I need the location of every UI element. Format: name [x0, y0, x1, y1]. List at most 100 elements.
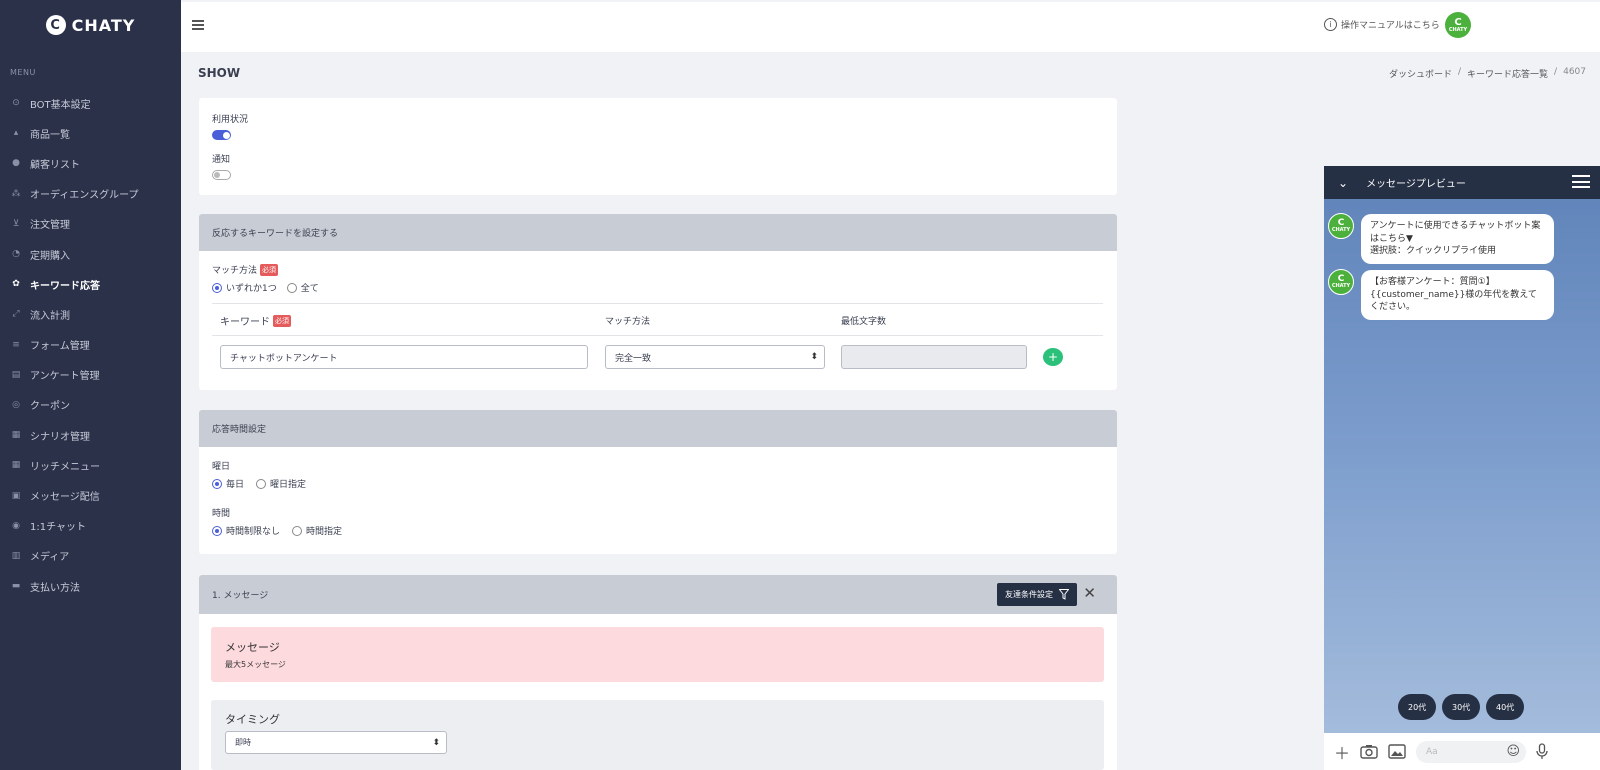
match-all-label: 全て: [300, 284, 319, 294]
quick-reply-button[interactable]: 40代: [1486, 694, 1525, 720]
avatar-text: CHATY: [1448, 26, 1468, 33]
sidebar-item-label: 1:1チャット: [30, 522, 86, 534]
friend-filter-button[interactable]: 友達条件設定: [997, 583, 1077, 606]
shirt-icon: ▴: [13, 128, 19, 139]
preview-menu-icon[interactable]: [1572, 175, 1590, 192]
min-chars-input[interactable]: [841, 345, 1027, 369]
day-every-option[interactable]: 毎日: [212, 477, 244, 490]
match-method-heading: マッチ方法 必須: [212, 263, 279, 276]
radio-selected[interactable]: [212, 525, 222, 536]
message-card-title: 1. メッセージ: [212, 591, 269, 601]
message-notice: メッセージ 最大5メッセージ: [211, 627, 1104, 682]
media-icon: ▥: [11, 550, 21, 561]
cart-icon: ⊻: [12, 218, 20, 229]
sidebar-item[interactable]: ▦ シナリオ管理: [0, 420, 181, 450]
breadcrumb-separator: /: [1554, 67, 1558, 77]
sidebar-item[interactable]: ◉ 1:1チャット: [0, 511, 181, 541]
response-time-title: 応答時間設定: [199, 410, 1117, 447]
notify-label: 通知: [212, 155, 231, 165]
manual-link-label: 操作マニュアルはこちら: [1341, 21, 1440, 31]
close-message-icon[interactable]: ✕: [1083, 584, 1096, 602]
page-title: SHOW: [198, 66, 241, 80]
menu-label: MENU: [10, 68, 36, 77]
sidebar-item[interactable]: ◎ クーポン: [0, 390, 181, 420]
breadcrumb-separator: /: [1457, 67, 1462, 77]
sidebar-item-label: 流入計測: [30, 310, 70, 322]
sidebar-item-label: 定期購入: [30, 250, 70, 262]
sidebar-item[interactable]: ≡ フォーム管理: [0, 330, 181, 360]
plus-icon[interactable]: ＋: [1334, 740, 1350, 764]
sidebar-item[interactable]: ▤ アンケート管理: [0, 360, 181, 390]
preview-text-input[interactable]: Aa ☺: [1416, 740, 1527, 763]
notify-toggle[interactable]: [212, 170, 231, 180]
sidebar-item[interactable]: ◔ 定期購入: [0, 239, 181, 269]
column-keyword: キーワード 必須: [220, 313, 291, 328]
match-all-option[interactable]: 全て: [286, 281, 319, 294]
notice-text: 最大5メッセージ: [225, 660, 286, 669]
manual-link[interactable]: i 操作マニュアルはこちら: [1324, 18, 1440, 31]
day-specify-option[interactable]: 曜日指定: [256, 477, 306, 490]
sidebar-item[interactable]: ⁂ オーディエンスグループ: [0, 179, 181, 209]
breadcrumb-current: 4607: [1563, 67, 1586, 77]
user-avatar[interactable]: C CHATY: [1445, 12, 1471, 38]
chevron-down-icon[interactable]: ⌄: [1338, 176, 1348, 190]
avatar-text: CHATY: [1331, 283, 1351, 289]
match-method-select[interactable]: 完全一致: [605, 345, 825, 369]
sidebar-item-label: 商品一覧: [30, 129, 70, 141]
sidebar-item-label: シナリオ管理: [30, 431, 90, 443]
usage-toggle[interactable]: [212, 130, 231, 140]
scenario-icon: ▦: [11, 430, 21, 441]
sidebar-item[interactable]: ● 顧客リスト: [0, 148, 181, 178]
emoji-icon[interactable]: ☺: [1506, 744, 1520, 759]
keyword-input[interactable]: チャットボットアンケート: [220, 345, 588, 369]
camera-icon[interactable]: [1360, 744, 1378, 759]
mic-icon[interactable]: [1536, 743, 1548, 760]
sidebar-item[interactable]: ⊻ 注文管理: [0, 209, 181, 239]
quick-reply-button[interactable]: 30代: [1442, 694, 1481, 720]
timing-select[interactable]: 即時: [225, 731, 447, 754]
robot-icon: ⊙: [12, 98, 20, 109]
sidebar-item[interactable]: ⤢ 流入計測: [0, 299, 181, 329]
column-min-chars: 最低文字数: [841, 317, 887, 327]
radio-unselected[interactable]: [256, 478, 267, 489]
grid-icon: ▦: [11, 460, 21, 471]
add-keyword-button[interactable]: +: [1043, 348, 1063, 366]
sidebar-item[interactable]: ▥ メディア: [0, 541, 181, 571]
measure-icon: ⤢: [12, 309, 20, 320]
time-unlimited-option[interactable]: 時間制限なし: [212, 524, 280, 537]
message-icon: ▣: [11, 490, 21, 501]
preview-header: ⌄ メッセージプレビュー: [1324, 166, 1600, 199]
radio-selected[interactable]: [212, 282, 222, 293]
sidebar-item-label: アンケート管理: [30, 371, 100, 383]
day-radios: 毎日 曜日指定: [212, 477, 306, 490]
gear-icon: ✿: [12, 279, 20, 290]
breadcrumb-dashboard[interactable]: ダッシュボード: [1389, 67, 1452, 80]
sidebar-item[interactable]: ▴ 商品一覧: [0, 118, 181, 148]
avatar-mark: C: [1454, 16, 1462, 28]
quick-reply-button[interactable]: 20代: [1398, 694, 1437, 720]
sidebar-item[interactable]: ▦ リッチメニュー: [0, 450, 181, 480]
preview-input-bar: ＋ Aa ☺: [1324, 733, 1600, 770]
time-specify-option[interactable]: 時間指定: [292, 524, 342, 537]
keyword-card: 反応するキーワードを設定する マッチ方法 必須 いずれか1つ 全て キーワード …: [199, 214, 1117, 390]
sidebar-item[interactable]: ✿ キーワード応答: [0, 269, 181, 299]
sidebar-item[interactable]: ▣ メッセージ配信: [0, 480, 181, 510]
survey-icon: ▤: [11, 369, 21, 380]
match-method-radios: いずれか1つ 全て: [212, 281, 319, 294]
match-any-label: いずれか1つ: [226, 284, 277, 294]
timing-label: タイミング: [225, 713, 280, 726]
image-icon[interactable]: [1388, 744, 1406, 759]
bot-avatar: C CHATY: [1328, 213, 1354, 239]
radio-selected[interactable]: [212, 478, 222, 489]
hamburger-menu-icon[interactable]: [192, 20, 204, 32]
radio-unselected[interactable]: [292, 525, 303, 536]
sidebar-item[interactable]: ▬ 支払い方法: [0, 571, 181, 601]
match-any-option[interactable]: いずれか1つ: [212, 281, 277, 294]
radio-unselected[interactable]: [286, 282, 297, 293]
time-unlimited-label: 時間制限なし: [226, 527, 281, 537]
sidebar-item-label: メッセージ配信: [30, 492, 100, 504]
sidebar-item[interactable]: ⊙ BOT基本設定: [0, 88, 181, 118]
brand-logo[interactable]: C CHATY: [0, 0, 181, 50]
message-card-header: 1. メッセージ: [199, 575, 1117, 614]
breadcrumb-keyword-list[interactable]: キーワード応答一覧: [1467, 67, 1548, 80]
